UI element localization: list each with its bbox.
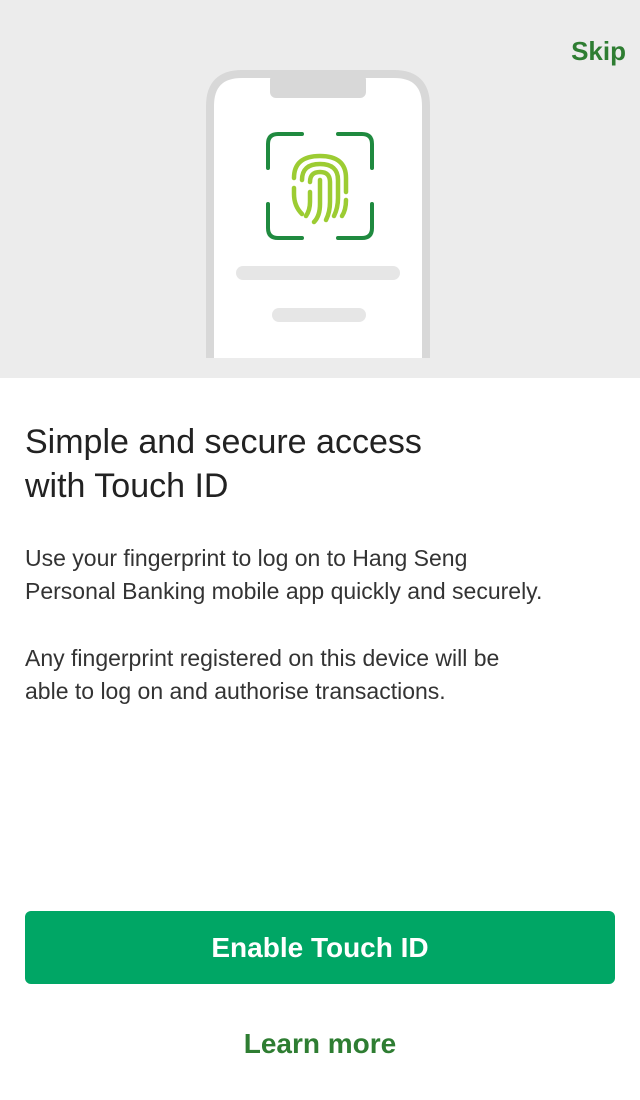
page-title: Simple and secure access with Touch ID	[25, 423, 422, 505]
skip-button[interactable]: Skip	[571, 36, 626, 67]
enable-touch-id-button[interactable]: Enable Touch ID	[25, 911, 615, 984]
description-paragraph-2: Any fingerprint registered on this devic…	[25, 645, 500, 704]
learn-more-link[interactable]: Learn more	[0, 1028, 640, 1060]
phone-illustration	[206, 70, 430, 358]
content-section: Simple and secure access with Touch ID U…	[25, 420, 615, 708]
placeholder-bar-short	[272, 308, 366, 322]
hero-illustration-panel: Skip	[0, 0, 640, 378]
placeholder-bar-long	[236, 266, 400, 280]
phone-notch	[270, 74, 366, 98]
description-paragraph-1: Use your fingerprint to log on to Hang S…	[25, 545, 543, 604]
